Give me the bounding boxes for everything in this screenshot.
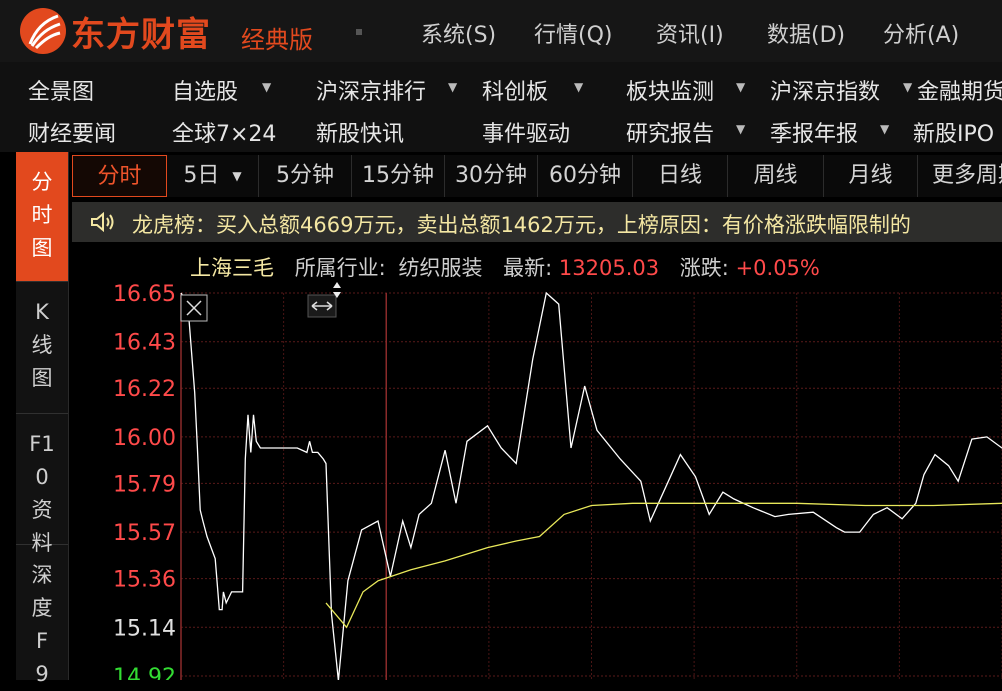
latest-label: 最新: [503, 256, 553, 280]
menu-news[interactable]: 资讯(I) [656, 17, 724, 49]
y-tick-label: 15.79 [113, 472, 176, 497]
brand-name: 东方财富 [71, 15, 211, 55]
intraday-chart[interactable]: 16.65 16.43 16.22 16.00 15.79 15.57 15.36 15.14… [68, 280, 1002, 680]
nav-sector-monitor[interactable]: 板块监测 [626, 74, 714, 106]
nav-research-reports[interactable]: 研究报告 [626, 116, 714, 148]
tab-5min[interactable]: 5分钟 [259, 155, 352, 197]
change-label: 涨跌: [679, 256, 729, 280]
tab-5day[interactable]: 5日 ▼ [167, 155, 259, 197]
menu-analysis[interactable]: 分析(A) [883, 17, 959, 49]
nav-finance-news[interactable]: 财经要闻 [28, 116, 116, 148]
y-tick-label: 16.22 [113, 377, 176, 402]
change-percent: +0.05% [735, 256, 820, 280]
side-tab-label: 深度F9 [31, 563, 53, 686]
side-tab-f10[interactable]: F10资料 [16, 414, 68, 555]
side-tab-label: K线图 [31, 300, 53, 390]
tab-15min[interactable]: 15分钟 [352, 155, 445, 197]
quick-nav: 全景图 自选股 ▼ 沪深京排行 ▼ 科创板 ▼ 板块监测 ▼ 沪深京指数 ▼ 金… [0, 62, 1002, 152]
notice-text: 龙虎榜：买入总额4669万元，卖出总额1462万元，上榜原因：有价格涨跌幅限制的 [132, 213, 911, 237]
nav-ipo-news[interactable]: 新股快讯 [316, 116, 404, 148]
side-tab-kline[interactable]: K线图 [16, 282, 68, 414]
tab-30min[interactable]: 30分钟 [445, 155, 538, 197]
speaker-icon [91, 212, 114, 232]
latest-price: 13205.03 [558, 256, 660, 280]
caret-down-icon: ▼ [232, 169, 242, 183]
tab-intraday[interactable]: 分时 [72, 155, 167, 197]
nav-event-driven[interactable]: 事件驱动 [482, 116, 570, 148]
tab-monthly[interactable]: 月线 [824, 155, 918, 197]
menu-quotes[interactable]: 行情(Q) [534, 17, 612, 49]
chevron-down-icon[interactable]: ▼ [736, 80, 745, 94]
stock-info-bar: 上海三毛 所属行业: 纺织服装 最新: 13205.03 涨跌: +0.05% [190, 252, 834, 282]
dragon-tiger-notice[interactable]: 龙虎榜：买入总额4669万元，卖出总额1462万元，上榜原因：有价格涨跌幅限制的 [72, 202, 1002, 242]
average-price-line [325, 502, 1002, 629]
tab-60min[interactable]: 60分钟 [538, 155, 633, 197]
y-tick-label: 16.43 [113, 331, 176, 356]
view-sidebar: 分时图 K线图 F10资料 深度F9 [16, 152, 69, 686]
industry-value: 纺织服装 [398, 256, 483, 280]
eastmoney-logo-icon [20, 8, 66, 54]
chevron-down-icon[interactable]: ▼ [903, 80, 912, 94]
nav-new-ipo[interactable]: 新股IPO [913, 116, 994, 148]
nav-global-7x24[interactable]: 全球7×24 [172, 116, 276, 148]
y-tick-label: 15.57 [113, 521, 176, 546]
side-tab-f9[interactable]: 深度F9 [16, 545, 68, 686]
nav-star-market[interactable]: 科创板 [482, 74, 548, 106]
menu-system[interactable]: 系统(S) [421, 17, 496, 49]
menu-data[interactable]: 数据(D) [767, 17, 845, 49]
nav-quarterly-reports[interactable]: 季报年报 [770, 116, 858, 148]
chevron-down-icon[interactable]: ▼ [880, 122, 889, 136]
chart-grid [180, 292, 1002, 680]
y-tick-label: 14.92 [113, 665, 176, 680]
separator-dot [356, 29, 362, 35]
chevron-down-icon[interactable]: ▼ [262, 80, 271, 94]
tab-more-periods[interactable]: 更多周期 [918, 155, 1002, 197]
nav-watchlist[interactable]: 自选股 [172, 74, 238, 106]
tab-label: 5日 [183, 163, 220, 188]
chevron-down-icon[interactable]: ▼ [736, 122, 745, 136]
chart-cursor [180, 282, 341, 322]
brand-edition: 经典版 [241, 26, 313, 54]
y-tick-label: 15.14 [113, 616, 176, 641]
side-tab-intraday[interactable]: 分时图 [16, 152, 68, 282]
nav-index[interactable]: 沪深京指数 [770, 74, 880, 106]
y-axis-labels: 16.65 16.43 16.22 16.00 15.79 15.57 15.36 15.14… [113, 282, 176, 680]
y-tick-label: 16.00 [113, 426, 176, 451]
stock-name: 上海三毛 [190, 256, 274, 280]
side-tab-label: 分时图 [31, 170, 53, 260]
nav-financial-futures[interactable]: 金融期货 [917, 74, 1002, 106]
tab-weekly[interactable]: 周线 [728, 155, 824, 197]
side-tab-label: F10资料 [29, 432, 55, 555]
nav-ranking[interactable]: 沪深京排行 [316, 74, 426, 106]
title-bar: 东方财富 经典版 系统(S) 行情(Q) 资讯(I) 数据(D) 分析(A) [0, 0, 1002, 62]
chevron-down-icon[interactable]: ▼ [574, 80, 583, 94]
y-tick-label: 15.36 [113, 568, 176, 593]
nav-panorama[interactable]: 全景图 [28, 74, 94, 106]
tab-daily[interactable]: 日线 [633, 155, 728, 197]
period-tabs: 分时 5日 ▼ 5分钟 15分钟 30分钟 60分钟 日线 周线 月线 更多周期 [72, 155, 1002, 197]
y-tick-label: 16.65 [113, 282, 176, 307]
industry-label: 所属行业: [294, 256, 386, 280]
chevron-down-icon[interactable]: ▼ [448, 80, 457, 94]
